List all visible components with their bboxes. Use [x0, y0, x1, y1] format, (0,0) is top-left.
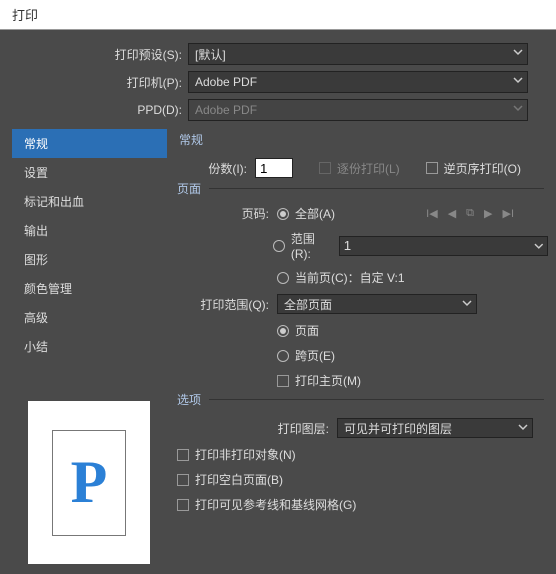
- layer-dropdown[interactable]: 可见并可打印的图层: [337, 418, 533, 438]
- page-preview: P: [12, 391, 167, 574]
- page-nav: I◀ ◀ ⧉ ▶ ▶I: [426, 207, 544, 220]
- first-page-icon[interactable]: I◀: [426, 207, 438, 220]
- pages-group: 页面 页码: 全部(A) I◀ ◀ ⧉ ▶ ▶I: [177, 188, 544, 389]
- reverse-checkbox[interactable]: [426, 162, 438, 174]
- all-radio[interactable]: [277, 208, 289, 220]
- printer-label: 打印机(P):: [104, 74, 188, 91]
- prev-page-icon[interactable]: ◀: [448, 207, 456, 220]
- category-sidebar: 常规 设置 标记和出血 输出 图形 颜色管理 高级 小结 P: [12, 129, 167, 574]
- ppd-label: PPD(D):: [104, 103, 188, 117]
- spread-radio[interactable]: [277, 350, 289, 362]
- preview-letter: P: [71, 448, 108, 517]
- dialog-title: 打印: [0, 0, 556, 30]
- master-label: 打印主页(M): [295, 372, 361, 389]
- pages-group-title: 页面: [177, 180, 209, 197]
- preset-dropdown[interactable]: [默认]: [188, 43, 528, 65]
- nonprint-label: 打印非打印对象(N): [195, 446, 296, 463]
- sidebar-item-summary[interactable]: 小结: [12, 332, 167, 361]
- chevron-down-icon[interactable]: [534, 241, 544, 251]
- ppd-dropdown: Adobe PDF: [188, 99, 528, 121]
- sidebar-item-output[interactable]: 输出: [12, 216, 167, 245]
- chevron-down-icon: [513, 75, 523, 85]
- sidebar-item-color[interactable]: 颜色管理: [12, 274, 167, 303]
- layer-label: 打印图层:: [177, 420, 337, 437]
- collate-label: 逐份打印(L): [337, 160, 400, 177]
- sidebar-item-general[interactable]: 常规: [12, 129, 167, 158]
- range-input[interactable]: [339, 236, 549, 256]
- options-group-title: 选项: [177, 391, 209, 408]
- current-label: 当前页(C)：自定 V:1: [295, 269, 405, 286]
- guides-checkbox[interactable]: [177, 499, 189, 511]
- spread-label: 跨页(E): [295, 347, 335, 364]
- master-checkbox[interactable]: [277, 375, 289, 387]
- collate-checkbox: [319, 162, 331, 174]
- current-radio[interactable]: [277, 272, 289, 284]
- copies-label: 份数(I):: [177, 160, 255, 177]
- panel-title: 常规: [179, 131, 544, 148]
- preset-label: 打印预设(S):: [104, 46, 188, 63]
- next-page-icon[interactable]: ▶: [484, 207, 492, 220]
- pagenum-label: 页码:: [177, 205, 277, 222]
- blank-checkbox[interactable]: [177, 474, 189, 486]
- sidebar-item-graphics[interactable]: 图形: [12, 245, 167, 274]
- all-label: 全部(A): [295, 205, 335, 222]
- chevron-down-icon: [518, 422, 528, 432]
- chevron-down-icon: [513, 47, 523, 57]
- print-dialog: 打印预设(S): [默认] 打印机(P): Adobe PDF PPD(D): …: [0, 31, 556, 574]
- printer-dropdown[interactable]: Adobe PDF: [188, 71, 528, 93]
- blank-label: 打印空白页面(B): [195, 471, 283, 488]
- chevron-down-icon: [513, 103, 523, 113]
- general-panel: 常规 份数(I): 逐份打印(L) 逆页序打印(O) 页面 页码:: [167, 129, 544, 574]
- page-radio[interactable]: [277, 325, 289, 337]
- nonprint-checkbox[interactable]: [177, 449, 189, 461]
- spread-icon[interactable]: ⧉: [466, 207, 474, 220]
- chevron-down-icon: [462, 298, 472, 308]
- guides-label: 打印可见参考线和基线网格(G): [195, 496, 356, 513]
- range-label: 范围(R):: [291, 230, 333, 261]
- range-radio[interactable]: [273, 240, 285, 252]
- sidebar-item-setup[interactable]: 设置: [12, 158, 167, 187]
- scope-dropdown[interactable]: 全部页面: [277, 294, 477, 314]
- page-label: 页面: [295, 322, 319, 339]
- last-page-icon[interactable]: ▶I: [502, 207, 514, 220]
- scope-label: 打印范围(Q):: [177, 296, 277, 313]
- sidebar-item-marks[interactable]: 标记和出血: [12, 187, 167, 216]
- sidebar-item-advanced[interactable]: 高级: [12, 303, 167, 332]
- options-group: 选项 打印图层: 可见并可打印的图层 打印非打印对象(N): [177, 399, 544, 513]
- top-settings: 打印预设(S): [默认] 打印机(P): Adobe PDF PPD(D): …: [104, 43, 544, 121]
- copies-input[interactable]: [255, 158, 293, 178]
- reverse-label: 逆页序打印(O): [444, 160, 521, 177]
